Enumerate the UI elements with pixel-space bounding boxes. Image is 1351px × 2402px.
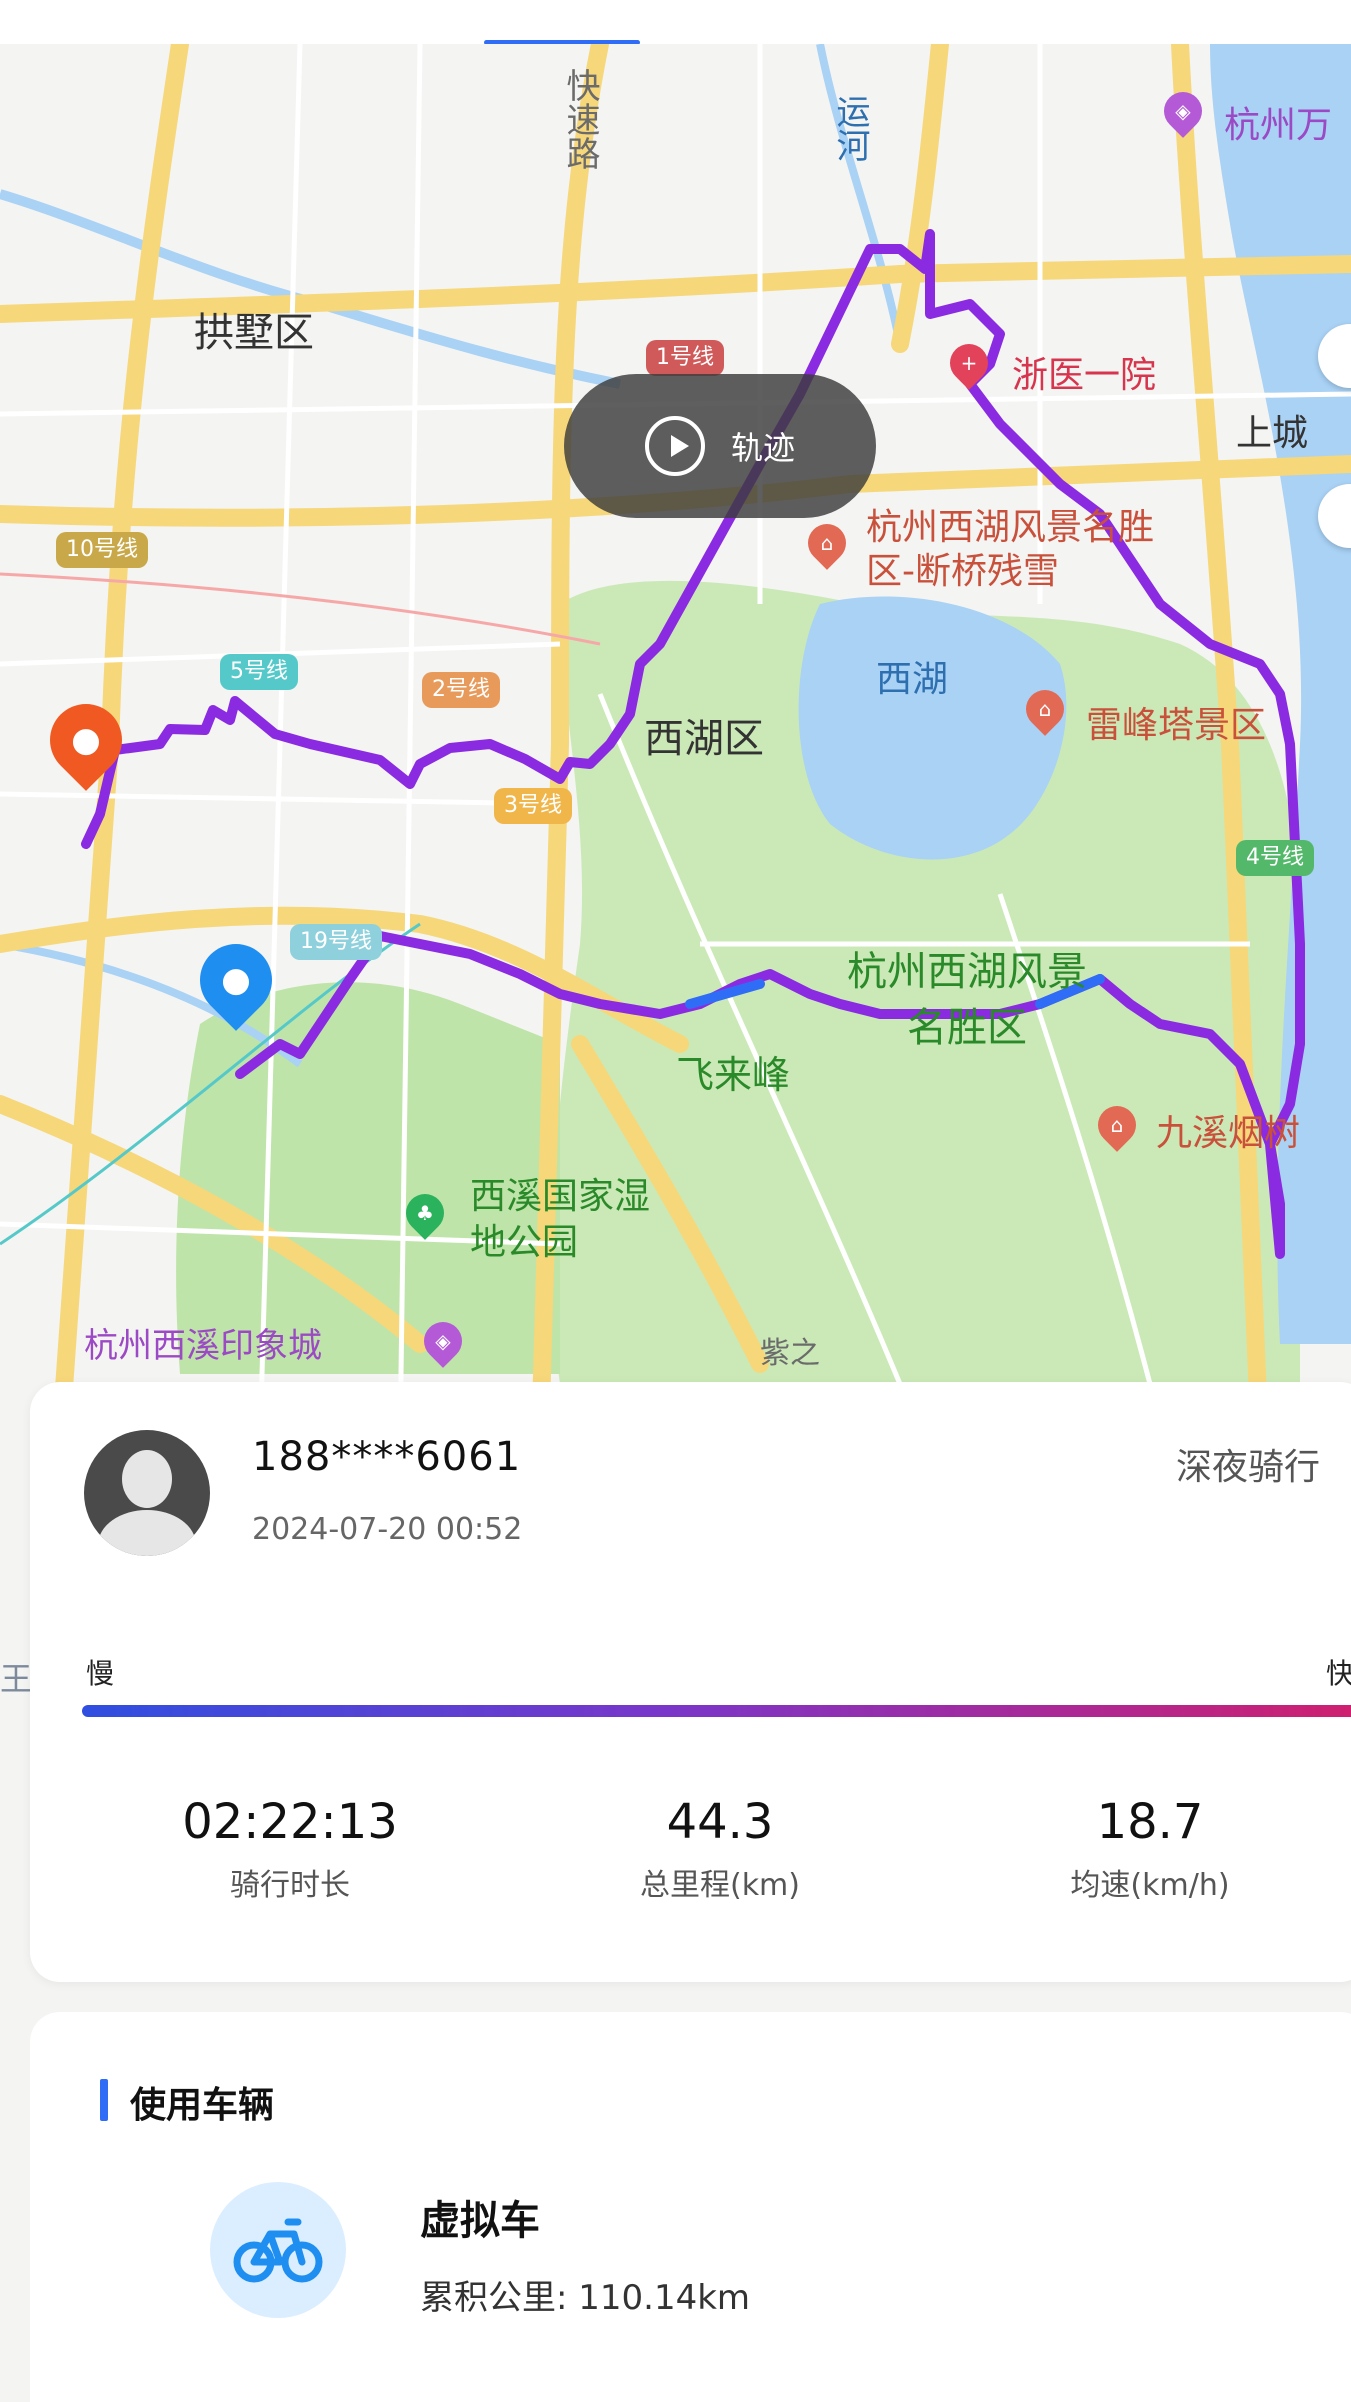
district-label: 上城 bbox=[1236, 413, 1309, 454]
section-accent bbox=[100, 2079, 108, 2121]
stat-label: 均速(km/h) bbox=[1070, 1868, 1230, 1903]
user-phone: 188****6061 bbox=[252, 1434, 522, 1480]
start-marker-icon[interactable]: ● bbox=[185, 929, 287, 1031]
metro-badge: 5号线 bbox=[220, 654, 298, 690]
trajectory-label: 轨迹 bbox=[730, 429, 795, 467]
peak-label: 飞来峰 bbox=[676, 1053, 791, 1097]
jiuxi-pin-icon[interactable]: ⌂ bbox=[1090, 1098, 1144, 1152]
mall-pin-icon-2[interactable]: ◈ bbox=[1156, 84, 1210, 138]
poi-label: 西溪国家湿地公园 bbox=[470, 1176, 651, 1263]
metro-badge: 3号线 bbox=[494, 788, 572, 824]
stat-value: 44.3 bbox=[666, 1794, 774, 1850]
avatar[interactable] bbox=[84, 1430, 210, 1556]
road-label: 紫之 bbox=[760, 1336, 820, 1371]
road-label: 快速路 bbox=[560, 68, 600, 170]
play-icon bbox=[644, 416, 705, 476]
park-pin-icon[interactable]: ♣ bbox=[398, 1186, 452, 1240]
stat-distance: 44.3 总里程(km) bbox=[540, 1794, 900, 1904]
poi-label: 杭州西溪印象城 bbox=[84, 1326, 322, 1366]
pagoda-pin-icon[interactable]: ⌂ bbox=[1018, 682, 1072, 736]
map-edge-text: 王 bbox=[0, 1660, 33, 1698]
poi-label: 九溪烟树 bbox=[1156, 1113, 1301, 1154]
trajectory-playback-button[interactable]: 轨迹 bbox=[564, 374, 876, 518]
canal-label: 运河 bbox=[830, 94, 870, 162]
metro-badge: 19号线 bbox=[290, 924, 382, 960]
ride-datetime: 2024-07-20 00:52 bbox=[252, 1512, 523, 1547]
poi-label: 杭州万 bbox=[1224, 105, 1333, 146]
metro-badge: 1号线 bbox=[646, 340, 724, 376]
metro-badge: 4号线 bbox=[1236, 840, 1314, 876]
hospital-pin-icon[interactable]: + bbox=[942, 336, 996, 390]
vehicle-name: 虚拟车 bbox=[420, 2198, 540, 2244]
top-bar bbox=[0, 0, 1351, 45]
lake-label: 西湖 bbox=[876, 659, 949, 700]
vehicle-total-km: 累积公里: 110.14km bbox=[420, 2278, 751, 2318]
scenic-label: 杭州西湖风景名胜区 bbox=[847, 949, 1087, 1051]
bike-icon bbox=[210, 2182, 346, 2318]
stat-duration: 02:22:13 骑行时长 bbox=[110, 1794, 470, 1904]
vehicle-card: 使用车辆 虚拟车 累积公里: 110.14km bbox=[30, 2012, 1351, 2402]
metro-badge: 2号线 bbox=[422, 672, 500, 708]
stat-label: 骑行时长 bbox=[230, 1868, 350, 1903]
poi-label: 浙医一院 bbox=[1012, 355, 1157, 396]
stat-label: 总里程(km) bbox=[639, 1868, 800, 1903]
district-label: 拱墅区 bbox=[194, 310, 314, 356]
district-label: 西湖区 bbox=[644, 716, 764, 762]
mall-pin-icon[interactable]: ◈ bbox=[416, 1314, 470, 1368]
poi-label: 杭州西湖风景名胜区-断桥残雪 bbox=[866, 507, 1155, 592]
poi-label: 雷峰塔景区 bbox=[1086, 705, 1267, 746]
screen: + ⌂ ⌂ ⌂ ♣ ◈ ◈ ● ● 拱墅区 西湖区 西湖 上城 飞来峰 快速路 … bbox=[0, 0, 1351, 2402]
stat-value: 18.7 bbox=[1096, 1794, 1204, 1850]
landmark-pin-icon[interactable]: ⌂ bbox=[800, 516, 854, 570]
ride-summary-card: 188****6061 2024-07-20 00:52 深夜骑行 慢 快 02… bbox=[30, 1382, 1351, 1982]
speed-slow-label: 慢 bbox=[86, 1657, 115, 1690]
metro-badge: 10号线 bbox=[56, 532, 148, 568]
end-marker-icon[interactable]: ● bbox=[35, 689, 137, 791]
stat-speed: 18.7 均速(km/h) bbox=[970, 1794, 1330, 1904]
ride-tag: 深夜骑行 bbox=[1176, 1447, 1321, 1488]
section-title: 使用车辆 bbox=[130, 2085, 275, 2126]
speed-fast-label: 快 bbox=[1326, 1657, 1351, 1690]
speed-gradient-bar bbox=[82, 1705, 1351, 1717]
stat-value: 02:22:13 bbox=[182, 1794, 398, 1850]
